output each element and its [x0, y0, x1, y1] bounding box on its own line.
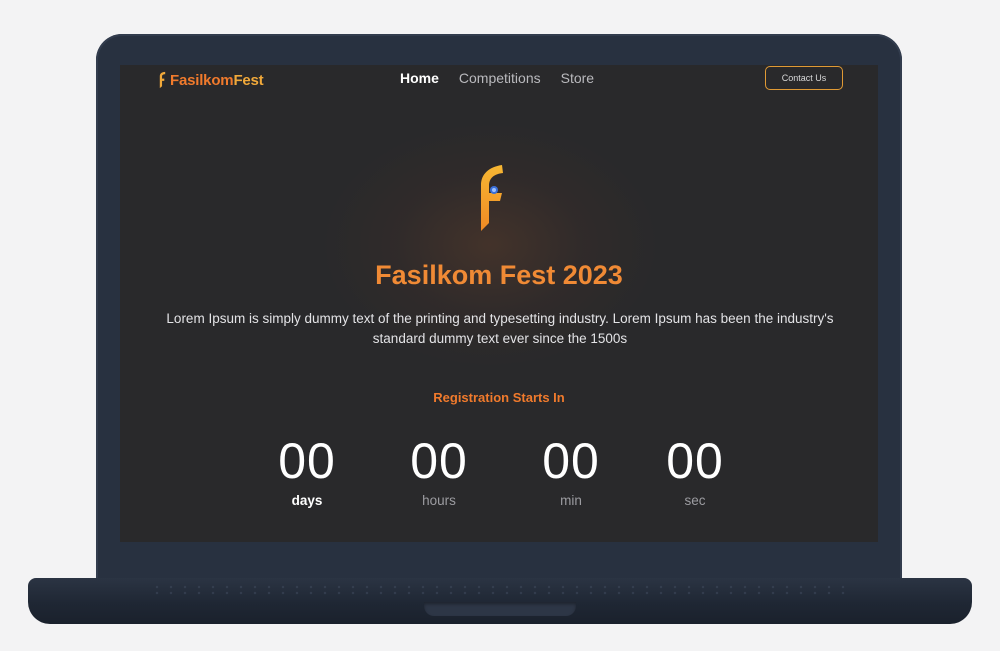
- contact-us-button[interactable]: Contact Us: [765, 66, 843, 90]
- logo-text-fasilkom: Fasilkom: [170, 71, 234, 89]
- f-logo-icon: [159, 71, 166, 89]
- countdown-days-label: days: [291, 493, 323, 508]
- laptop-screen: FasilkomFest Home Competitions Store Con…: [120, 65, 878, 542]
- countdown-sec: 00 sec: [640, 433, 750, 508]
- countdown-days: 00 days: [252, 433, 362, 508]
- main-nav: Home Competitions Store: [400, 70, 594, 86]
- site-logo[interactable]: FasilkomFest: [158, 71, 264, 89]
- laptop-hinge-notch: [424, 602, 576, 616]
- countdown-hours-value: 00: [410, 433, 468, 489]
- nav-home[interactable]: Home: [400, 70, 439, 86]
- registration-countdown-label: Registration Starts In: [433, 390, 565, 405]
- countdown-min-label: min: [560, 493, 582, 508]
- logo-text-fest: Fest: [233, 71, 264, 89]
- hero-description: Lorem Ipsum is simply dummy text of the …: [166, 311, 834, 346]
- logo-text: FasilkomFest: [170, 71, 264, 89]
- countdown-sec-label: sec: [684, 493, 706, 508]
- countdown-min: 00 min: [516, 433, 626, 508]
- countdown-min-value: 00: [542, 433, 600, 489]
- countdown-hours: 00 hours: [384, 433, 494, 508]
- countdown-sec-value: 00: [666, 433, 724, 489]
- laptop-keyboard-texture: [150, 584, 850, 596]
- countdown-timer: 00 days 00 hours 00 min 00 sec: [252, 433, 752, 523]
- fasilkom-fest-logo-icon: [481, 165, 503, 231]
- nav-store[interactable]: Store: [561, 70, 594, 86]
- hero-title: Fasilkom Fest 2023: [375, 260, 623, 290]
- countdown-days-value: 00: [278, 433, 336, 489]
- countdown-hours-label: hours: [422, 493, 456, 508]
- nav-competitions[interactable]: Competitions: [459, 70, 541, 86]
